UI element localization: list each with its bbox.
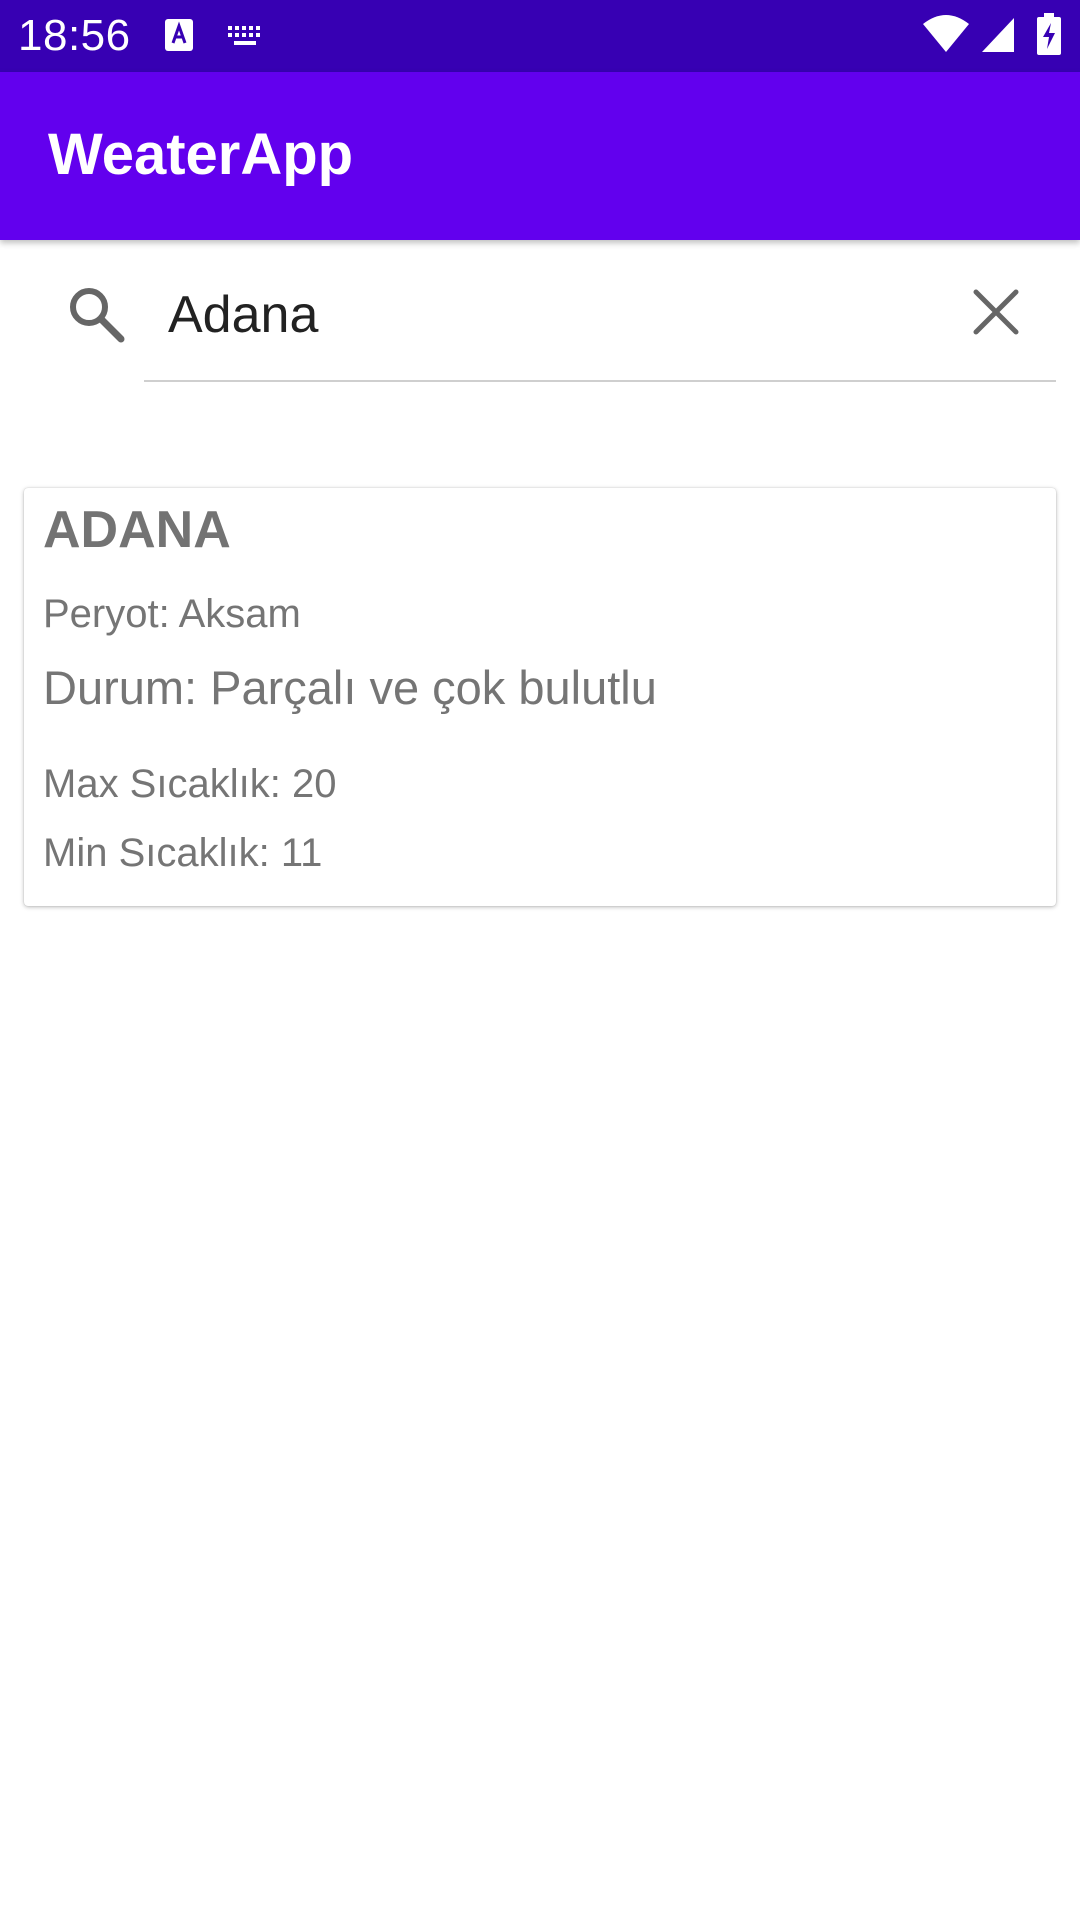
search-bar bbox=[0, 240, 1080, 400]
wifi-icon bbox=[923, 15, 969, 52]
close-icon[interactable] bbox=[968, 284, 1024, 340]
search-icon bbox=[70, 288, 125, 343]
min-temperature-text: Min Sıcaklık: 11 bbox=[43, 831, 323, 875]
signal-icon bbox=[982, 18, 1014, 52]
search-underline bbox=[144, 380, 1056, 382]
keyboard-icon bbox=[228, 26, 260, 45]
weather-status-text: Durum: Parçalı ve çok bulutlu bbox=[43, 661, 657, 714]
search-input[interactable] bbox=[144, 270, 944, 360]
period-text: Peryot: Aksam bbox=[43, 592, 301, 636]
status-time: 18:56 bbox=[18, 11, 131, 60]
app-title: WeaterApp bbox=[48, 122, 354, 187]
max-temperature-text: Max Sıcaklık: 20 bbox=[43, 762, 337, 806]
battery-charging-icon bbox=[1037, 13, 1061, 55]
weather-result-card[interactable]: ADANA Peryot: Aksam Durum: Parçalı ve ço… bbox=[24, 488, 1056, 906]
app-bar: WeaterApp bbox=[0, 72, 1080, 240]
a-notification-icon bbox=[165, 19, 193, 51]
status-bar: 18:56 bbox=[0, 0, 1080, 72]
city-name: ADANA bbox=[43, 501, 231, 559]
